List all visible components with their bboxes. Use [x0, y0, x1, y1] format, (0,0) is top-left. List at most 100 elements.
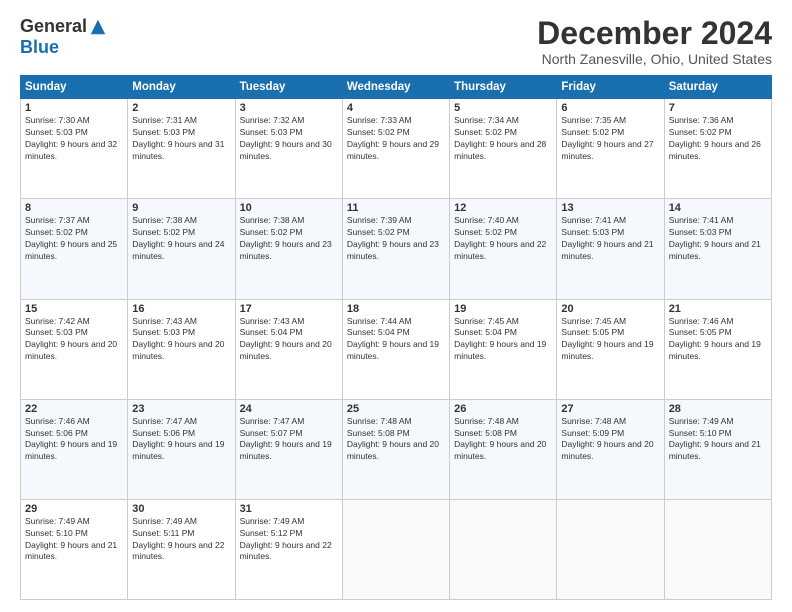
logo-text: General	[20, 16, 107, 37]
day-info: Sunrise: 7:30 AMSunset: 5:03 PMDaylight:…	[25, 115, 123, 163]
day-info: Sunrise: 7:47 AMSunset: 5:06 PMDaylight:…	[132, 416, 230, 464]
table-row	[557, 499, 664, 599]
table-row: 3Sunrise: 7:32 AMSunset: 5:03 PMDaylight…	[235, 99, 342, 199]
day-info: Sunrise: 7:49 AMSunset: 5:11 PMDaylight:…	[132, 516, 230, 564]
table-row: 15Sunrise: 7:42 AMSunset: 5:03 PMDayligh…	[21, 299, 128, 399]
table-row: 28Sunrise: 7:49 AMSunset: 5:10 PMDayligh…	[664, 399, 771, 499]
day-number: 30	[132, 503, 230, 515]
day-number: 15	[25, 303, 123, 315]
table-row: 20Sunrise: 7:45 AMSunset: 5:05 PMDayligh…	[557, 299, 664, 399]
logo-general: General	[20, 16, 87, 37]
day-info: Sunrise: 7:39 AMSunset: 5:02 PMDaylight:…	[347, 215, 445, 263]
day-info: Sunrise: 7:38 AMSunset: 5:02 PMDaylight:…	[132, 215, 230, 263]
day-number: 27	[561, 403, 659, 415]
day-info: Sunrise: 7:44 AMSunset: 5:04 PMDaylight:…	[347, 316, 445, 364]
day-number: 18	[347, 303, 445, 315]
day-info: Sunrise: 7:40 AMSunset: 5:02 PMDaylight:…	[454, 215, 552, 263]
header-sunday: Sunday	[21, 76, 128, 99]
logo: General Blue	[20, 16, 107, 58]
table-row: 19Sunrise: 7:45 AMSunset: 5:04 PMDayligh…	[450, 299, 557, 399]
header-tuesday: Tuesday	[235, 76, 342, 99]
month-title: December 2024	[537, 16, 772, 51]
table-row: 14Sunrise: 7:41 AMSunset: 5:03 PMDayligh…	[664, 199, 771, 299]
table-row: 9Sunrise: 7:38 AMSunset: 5:02 PMDaylight…	[128, 199, 235, 299]
day-number: 8	[25, 202, 123, 214]
header-saturday: Saturday	[664, 76, 771, 99]
table-row: 26Sunrise: 7:48 AMSunset: 5:08 PMDayligh…	[450, 399, 557, 499]
day-number: 4	[347, 102, 445, 114]
header-monday: Monday	[128, 76, 235, 99]
days-header-row: Sunday Monday Tuesday Wednesday Thursday…	[21, 76, 772, 99]
table-row: 17Sunrise: 7:43 AMSunset: 5:04 PMDayligh…	[235, 299, 342, 399]
day-info: Sunrise: 7:34 AMSunset: 5:02 PMDaylight:…	[454, 115, 552, 163]
day-number: 2	[132, 102, 230, 114]
day-number: 16	[132, 303, 230, 315]
day-number: 9	[132, 202, 230, 214]
day-number: 21	[669, 303, 767, 315]
day-info: Sunrise: 7:38 AMSunset: 5:02 PMDaylight:…	[240, 215, 338, 263]
calendar-table: Sunday Monday Tuesday Wednesday Thursday…	[20, 75, 772, 600]
day-number: 25	[347, 403, 445, 415]
day-number: 13	[561, 202, 659, 214]
day-number: 24	[240, 403, 338, 415]
table-row: 23Sunrise: 7:47 AMSunset: 5:06 PMDayligh…	[128, 399, 235, 499]
day-number: 26	[454, 403, 552, 415]
table-row: 24Sunrise: 7:47 AMSunset: 5:07 PMDayligh…	[235, 399, 342, 499]
day-number: 14	[669, 202, 767, 214]
day-number: 17	[240, 303, 338, 315]
day-info: Sunrise: 7:31 AMSunset: 5:03 PMDaylight:…	[132, 115, 230, 163]
table-row	[664, 499, 771, 599]
day-info: Sunrise: 7:35 AMSunset: 5:02 PMDaylight:…	[561, 115, 659, 163]
day-number: 31	[240, 503, 338, 515]
header: General Blue December 2024 North Zanesvi…	[20, 16, 772, 67]
day-number: 28	[669, 403, 767, 415]
table-row: 13Sunrise: 7:41 AMSunset: 5:03 PMDayligh…	[557, 199, 664, 299]
table-row	[342, 499, 449, 599]
day-number: 11	[347, 202, 445, 214]
table-row: 11Sunrise: 7:39 AMSunset: 5:02 PMDayligh…	[342, 199, 449, 299]
header-thursday: Thursday	[450, 76, 557, 99]
table-row: 12Sunrise: 7:40 AMSunset: 5:02 PMDayligh…	[450, 199, 557, 299]
day-info: Sunrise: 7:42 AMSunset: 5:03 PMDaylight:…	[25, 316, 123, 364]
day-info: Sunrise: 7:33 AMSunset: 5:02 PMDaylight:…	[347, 115, 445, 163]
day-info: Sunrise: 7:37 AMSunset: 5:02 PMDaylight:…	[25, 215, 123, 263]
day-info: Sunrise: 7:47 AMSunset: 5:07 PMDaylight:…	[240, 416, 338, 464]
day-info: Sunrise: 7:48 AMSunset: 5:09 PMDaylight:…	[561, 416, 659, 464]
logo-icon	[89, 18, 107, 36]
day-number: 1	[25, 102, 123, 114]
table-row: 4Sunrise: 7:33 AMSunset: 5:02 PMDaylight…	[342, 99, 449, 199]
table-row: 5Sunrise: 7:34 AMSunset: 5:02 PMDaylight…	[450, 99, 557, 199]
day-info: Sunrise: 7:32 AMSunset: 5:03 PMDaylight:…	[240, 115, 338, 163]
table-row: 29Sunrise: 7:49 AMSunset: 5:10 PMDayligh…	[21, 499, 128, 599]
day-number: 20	[561, 303, 659, 315]
day-info: Sunrise: 7:45 AMSunset: 5:05 PMDaylight:…	[561, 316, 659, 364]
calendar-body: 1Sunrise: 7:30 AMSunset: 5:03 PMDaylight…	[21, 99, 772, 600]
table-row: 10Sunrise: 7:38 AMSunset: 5:02 PMDayligh…	[235, 199, 342, 299]
page: General Blue December 2024 North Zanesvi…	[0, 0, 792, 612]
location: North Zanesville, Ohio, United States	[537, 51, 772, 67]
logo-blue: Blue	[20, 37, 59, 58]
calendar-week-row: 29Sunrise: 7:49 AMSunset: 5:10 PMDayligh…	[21, 499, 772, 599]
table-row: 21Sunrise: 7:46 AMSunset: 5:05 PMDayligh…	[664, 299, 771, 399]
table-row: 16Sunrise: 7:43 AMSunset: 5:03 PMDayligh…	[128, 299, 235, 399]
day-number: 22	[25, 403, 123, 415]
day-info: Sunrise: 7:45 AMSunset: 5:04 PMDaylight:…	[454, 316, 552, 364]
table-row: 27Sunrise: 7:48 AMSunset: 5:09 PMDayligh…	[557, 399, 664, 499]
day-info: Sunrise: 7:49 AMSunset: 5:10 PMDaylight:…	[25, 516, 123, 564]
day-number: 29	[25, 503, 123, 515]
day-info: Sunrise: 7:49 AMSunset: 5:10 PMDaylight:…	[669, 416, 767, 464]
day-info: Sunrise: 7:48 AMSunset: 5:08 PMDaylight:…	[454, 416, 552, 464]
calendar-week-row: 22Sunrise: 7:46 AMSunset: 5:06 PMDayligh…	[21, 399, 772, 499]
table-row: 31Sunrise: 7:49 AMSunset: 5:12 PMDayligh…	[235, 499, 342, 599]
table-row	[450, 499, 557, 599]
table-row: 8Sunrise: 7:37 AMSunset: 5:02 PMDaylight…	[21, 199, 128, 299]
day-number: 5	[454, 102, 552, 114]
calendar-week-row: 1Sunrise: 7:30 AMSunset: 5:03 PMDaylight…	[21, 99, 772, 199]
table-row: 18Sunrise: 7:44 AMSunset: 5:04 PMDayligh…	[342, 299, 449, 399]
title-section: December 2024 North Zanesville, Ohio, Un…	[537, 16, 772, 67]
table-row: 2Sunrise: 7:31 AMSunset: 5:03 PMDaylight…	[128, 99, 235, 199]
day-info: Sunrise: 7:43 AMSunset: 5:04 PMDaylight:…	[240, 316, 338, 364]
day-number: 23	[132, 403, 230, 415]
table-row: 6Sunrise: 7:35 AMSunset: 5:02 PMDaylight…	[557, 99, 664, 199]
calendar-week-row: 15Sunrise: 7:42 AMSunset: 5:03 PMDayligh…	[21, 299, 772, 399]
